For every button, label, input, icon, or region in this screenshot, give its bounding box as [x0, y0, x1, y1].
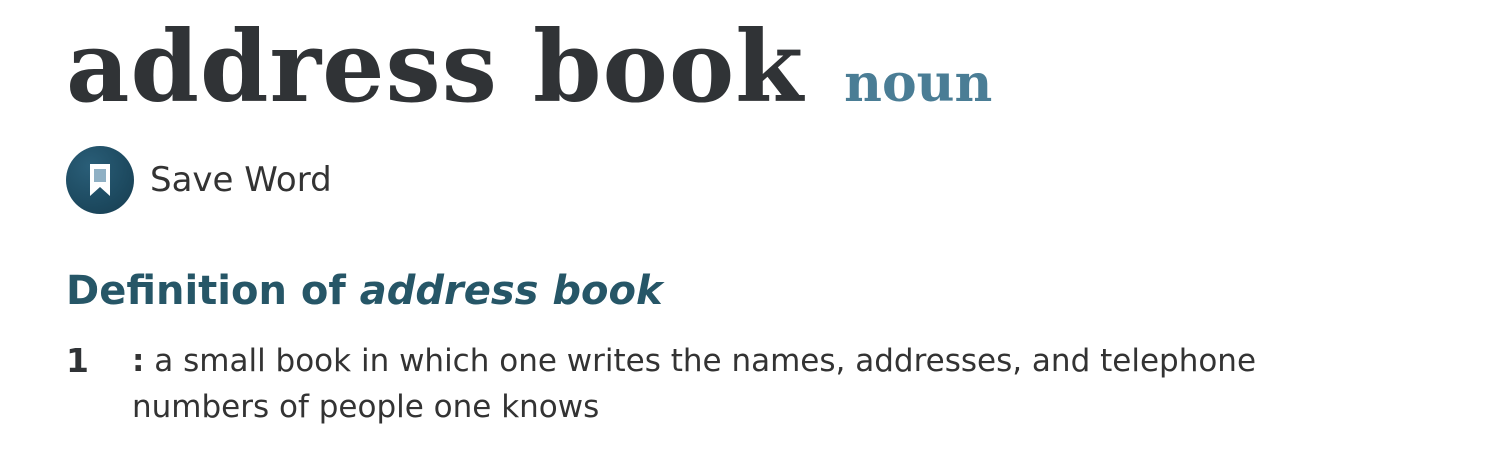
save-word-label[interactable]: Save Word: [150, 160, 332, 200]
bookmark-icon: [90, 164, 110, 196]
sense-definition-text: a small book in which one writes the nam…: [132, 343, 1257, 425]
definition-heading-word: address book: [359, 268, 663, 314]
sense-number: 1: [66, 341, 89, 380]
save-word-button[interactable]: Save Word: [66, 146, 332, 214]
sense-colon: :: [132, 343, 145, 379]
definition-heading-prefix: Definition of: [66, 268, 360, 314]
definition-heading: Definition of address book: [66, 268, 663, 314]
sense-1: 1 : a small book in which one writes the…: [66, 338, 1396, 430]
sense-text: : a small book in which one writes the n…: [132, 338, 1396, 430]
entry-header: address book noun: [66, 14, 992, 122]
headword: address book: [66, 10, 805, 125]
part-of-speech-link[interactable]: noun: [844, 53, 992, 114]
save-word-circle[interactable]: [66, 146, 134, 214]
